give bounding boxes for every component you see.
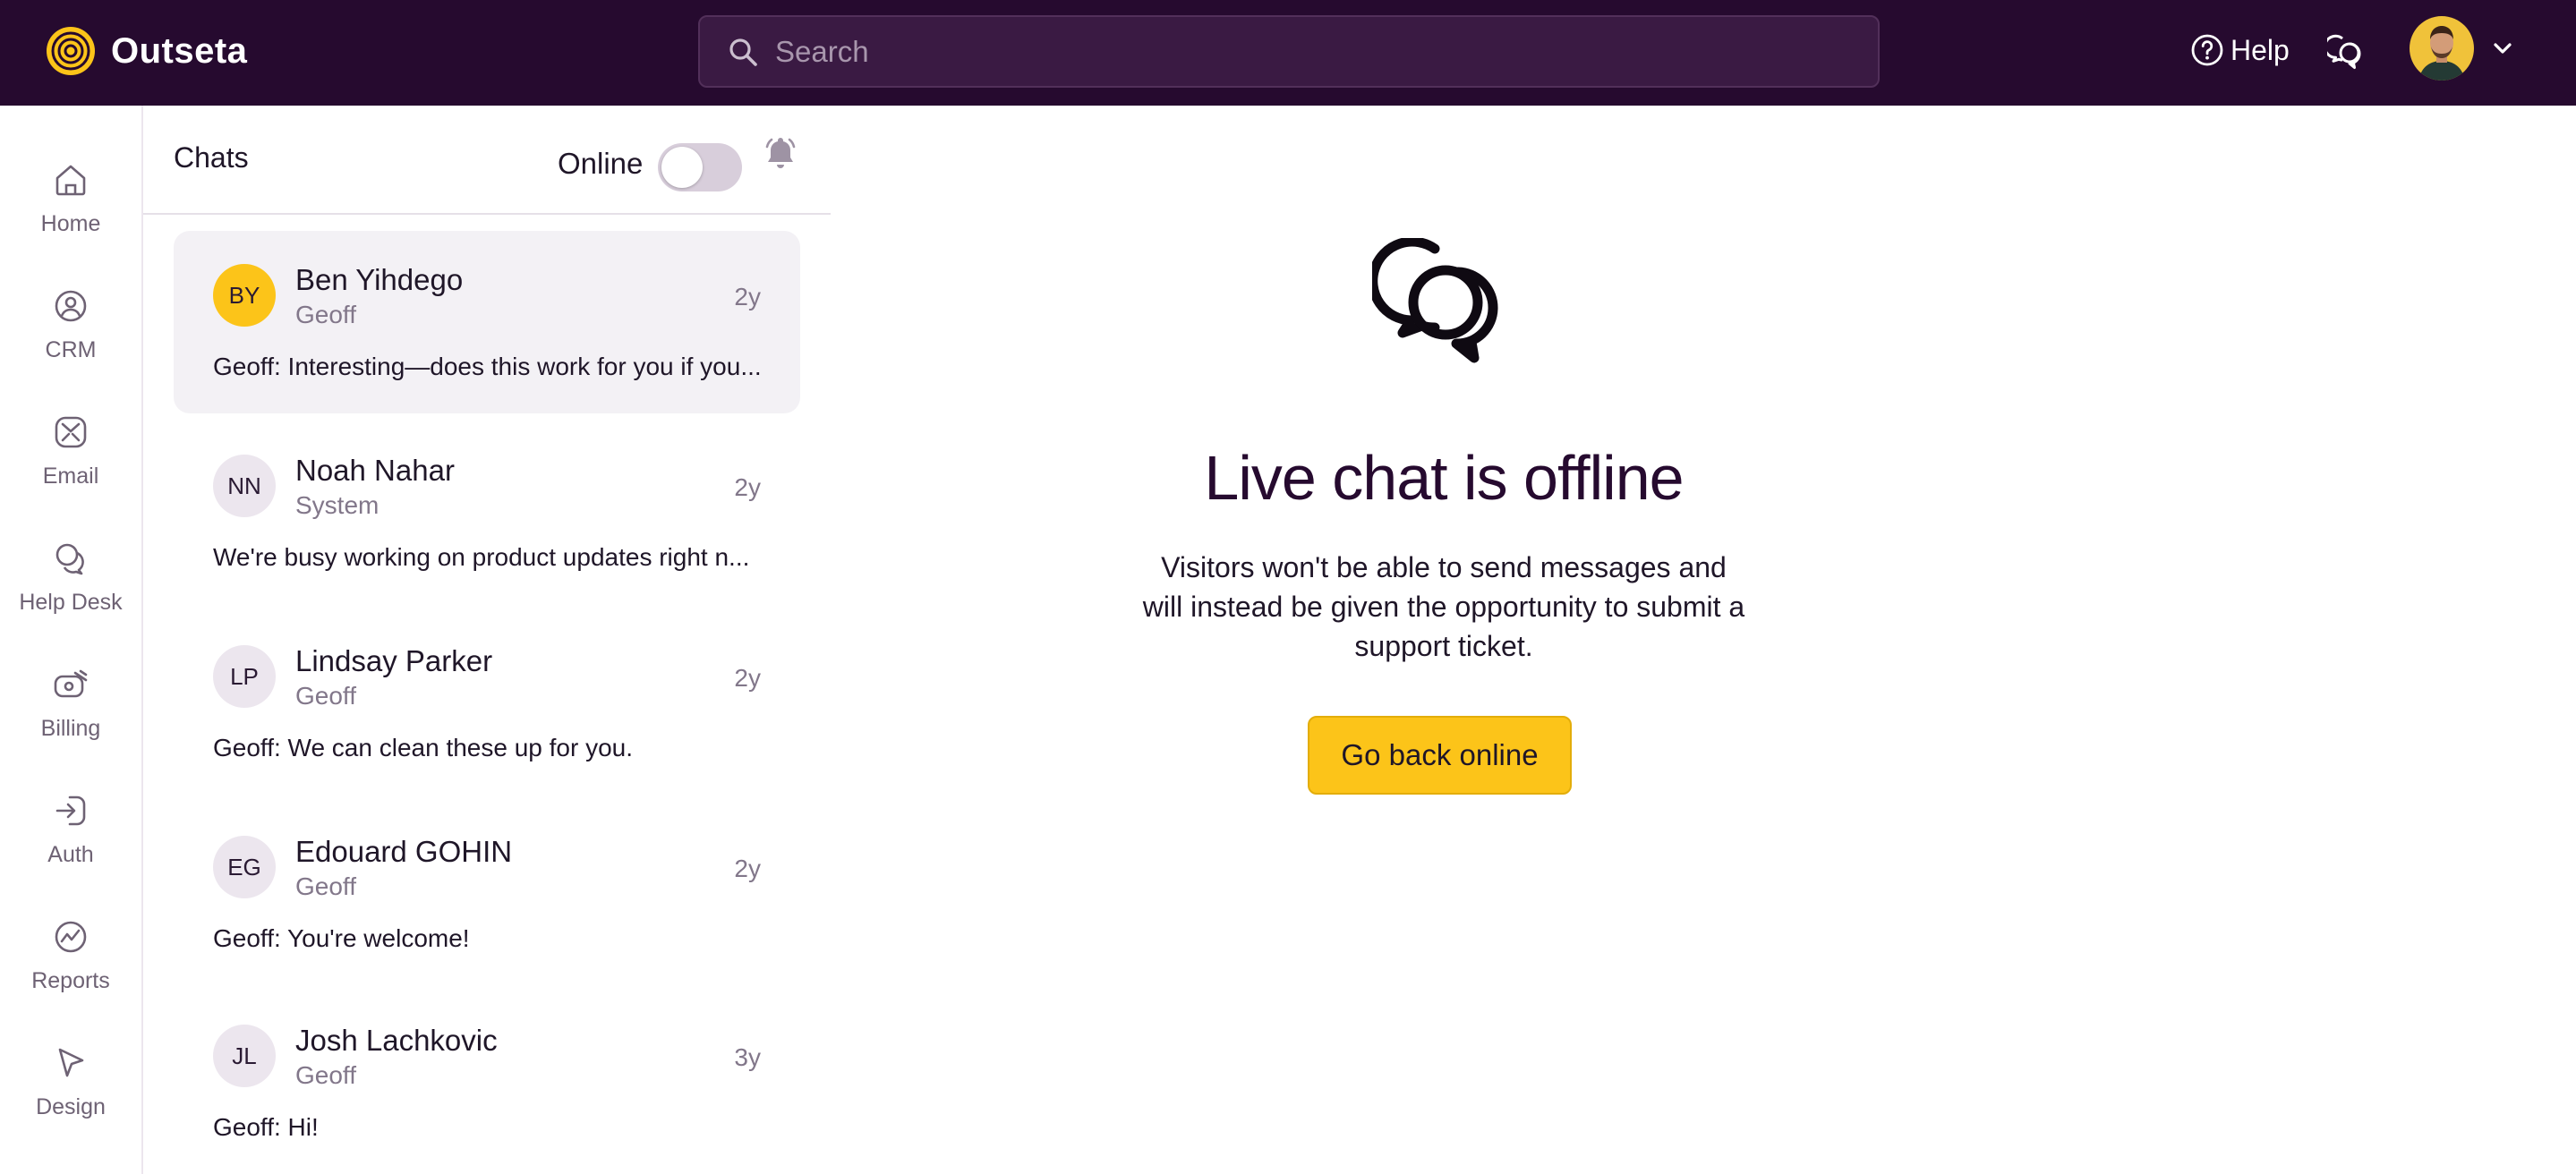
chat-preview: We're busy working on product updates ri… [213, 543, 750, 571]
search-input[interactable] [775, 24, 1878, 79]
chat-time: 3y [734, 1043, 761, 1071]
offline-title: Live chat is offline [1204, 443, 1684, 513]
nav-item-email[interactable]: Email [0, 396, 141, 503]
top-bar: Outseta Help [0, 0, 2576, 106]
user-avatar[interactable] [2410, 16, 2474, 81]
brand[interactable]: Outseta [45, 25, 247, 77]
nav-label-reports: Reports [31, 968, 110, 993]
chat-time: 2y [734, 283, 761, 311]
bell-icon[interactable] [761, 132, 800, 172]
chat-name: Lindsay Parker [295, 644, 493, 677]
nav-label-help-desk: Help Desk [19, 590, 123, 615]
chat-preview: Geoff: Interesting—does this work for yo… [213, 353, 762, 380]
nav-label-home: Home [40, 211, 101, 236]
design-icon [58, 1048, 84, 1077]
help-desk-icon [55, 543, 84, 575]
nav-item-crm[interactable]: CRM [0, 269, 141, 377]
chat-item[interactable]: LP Lindsay Parker Geoff 2y Geoff: We can… [174, 612, 800, 795]
chat-time: 2y [734, 855, 761, 882]
user-avatar-image [2410, 16, 2474, 81]
nav-item-reports[interactable]: Reports [0, 900, 141, 1008]
nav-item-auth[interactable]: Auth [0, 774, 141, 881]
nav-item-billing[interactable]: Billing [0, 648, 141, 755]
billing-icon [54, 669, 88, 698]
chat-item[interactable]: EG Edouard GOHIN Geoff 2y Geoff: You're … [174, 803, 800, 985]
go-back-online-button[interactable]: Go back online [1308, 716, 1572, 795]
chat-agent: Geoff [295, 1061, 356, 1089]
chat-item[interactable]: NN Noah Nahar System 2y We're busy worki… [174, 421, 800, 604]
chat-item[interactable]: BY Ben Yihdego Geoff 2y Geoff: Interesti… [174, 231, 800, 413]
main-content: Live chat is offline Visitors won't be a… [831, 106, 2576, 1174]
nav-item-help-desk[interactable]: Help Desk [0, 522, 141, 629]
chats-panel: Chats Online BY Ben Yihdego Geoff 2y Geo… [143, 106, 831, 1174]
chat-preview: Geoff: We can clean these up for you. [213, 734, 634, 761]
online-toggle-knob [661, 147, 703, 188]
chat-agent: System [295, 491, 380, 519]
crm-icon [55, 290, 87, 322]
email-icon [55, 416, 87, 448]
chat-name: Josh Lachkovic [295, 1024, 498, 1057]
offline-description: Visitors won't be able to send messages … [1142, 551, 1745, 662]
chat-bubbles-icon [1372, 238, 1498, 363]
chat-name: Ben Yihdego [295, 263, 464, 296]
help-link[interactable]: Help [2189, 32, 2290, 68]
home-icon [55, 165, 86, 196]
nav-item-home[interactable]: Home [0, 143, 141, 251]
chat-time: 2y [734, 664, 761, 692]
avatar: EG [213, 836, 276, 898]
chat-preview: Geoff: You're welcome! [213, 924, 470, 952]
help-label: Help [2231, 33, 2290, 66]
auth-icon [55, 795, 86, 826]
chats-header: Chats Online [143, 106, 831, 215]
search-icon [729, 38, 757, 66]
online-toggle[interactable] [658, 143, 742, 191]
chat-preview: Geoff: Hi! [213, 1113, 319, 1141]
help-icon [2191, 34, 2223, 66]
nav-label-design: Design [36, 1094, 106, 1119]
chats-title: Chats [174, 141, 249, 174]
chat-name: Edouard GOHIN [295, 835, 513, 868]
chat-item[interactable]: JL Josh Lachkovic Geoff 3y Geoff: Hi! [174, 991, 800, 1174]
chat-time: 2y [734, 473, 761, 501]
avatar: BY [213, 264, 276, 327]
nav-label-crm: CRM [45, 337, 97, 362]
avatar: LP [213, 645, 276, 708]
nav-label-email: Email [42, 464, 99, 489]
chat-agent: Geoff [295, 872, 356, 900]
nav-item-design[interactable]: Design [0, 1026, 141, 1134]
search-bar[interactable] [698, 15, 1880, 88]
online-label: Online [558, 147, 644, 180]
avatar: JL [213, 1025, 276, 1087]
nav-label-billing: Billing [40, 716, 101, 741]
chat-name: Noah Nahar [295, 454, 455, 487]
chat-agent: Geoff [295, 301, 356, 328]
chat-agent: Geoff [295, 682, 356, 710]
avatar: NN [213, 455, 276, 517]
left-nav: Home CRM Email Help Desk Billing Auth Re… [0, 106, 143, 1174]
app-name: Outseta [111, 30, 248, 71]
chevron-down-icon[interactable] [2488, 34, 2517, 63]
nav-label-auth: Auth [47, 842, 94, 867]
reports-icon [55, 921, 87, 953]
outseta-logo-icon [47, 27, 95, 75]
chat-bubbles-icon[interactable] [2327, 33, 2365, 71]
